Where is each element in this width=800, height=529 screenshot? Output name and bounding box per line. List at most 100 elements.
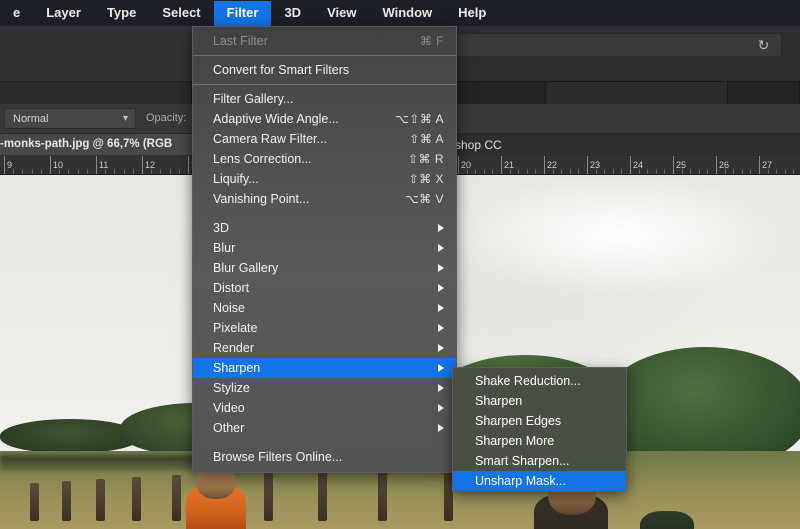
blend-mode-select[interactable]: Normal ▾ — [4, 108, 136, 129]
submenu-arrow-icon — [438, 324, 444, 332]
ruler-minor-tick — [151, 169, 152, 175]
menu-separator — [193, 55, 456, 56]
submenu-arrow-icon — [438, 404, 444, 412]
ruler-minor-tick — [656, 169, 657, 175]
ruler-minor-tick — [527, 169, 528, 175]
menu-item-stylize[interactable]: Stylize — [193, 378, 456, 398]
menubar-item-3d[interactable]: 3D — [271, 1, 314, 26]
menu-item-sharpen[interactable]: Sharpen — [193, 358, 456, 378]
menubar-item-type[interactable]: Type — [94, 1, 149, 26]
ruler-minor-tick — [160, 169, 161, 175]
menu-item-convert-for-smart-filters[interactable]: Convert for Smart Filters — [193, 60, 456, 80]
menu-item-shortcut: ⇧⌘ X — [409, 172, 444, 186]
ruler-minor-tick — [613, 169, 614, 175]
filter-dropdown-menu[interactable]: Last Filter⌘ FConvert for Smart FiltersF… — [192, 26, 457, 473]
ruler-tick — [458, 156, 459, 175]
menu-item-label: Other — [213, 421, 444, 435]
submenu-arrow-icon — [438, 264, 444, 272]
menubar-item-help[interactable]: Help — [445, 1, 499, 26]
app-title-backdrop — [450, 134, 800, 156]
ruler-minor-tick — [41, 169, 42, 175]
menu-item-render[interactable]: Render — [193, 338, 456, 358]
ruler-minor-tick — [59, 169, 60, 175]
menu-item-label: Distort — [213, 281, 444, 295]
opacity-label: Opacity: — [146, 108, 186, 129]
menu-item-filter-gallery[interactable]: Filter Gallery... — [193, 89, 456, 109]
menu-item-label: Liquify... — [213, 172, 409, 186]
sharpen-submenu[interactable]: Shake Reduction...SharpenSharpen EdgesSh… — [452, 367, 627, 492]
menu-item-label: 3D — [213, 221, 444, 235]
ruler-minor-tick — [621, 169, 622, 175]
ruler-minor-tick — [604, 169, 605, 175]
menu-item-video[interactable]: Video — [193, 398, 456, 418]
menu-item-noise[interactable]: Noise — [193, 298, 456, 318]
ruler-minor-tick — [105, 169, 106, 175]
menu-item-shortcut: ⇧⌘ R — [408, 152, 444, 166]
submenu-item-smart-sharpen[interactable]: Smart Sharpen... — [453, 451, 626, 471]
menubar-item-select[interactable]: Select — [149, 1, 213, 26]
menu-item-lens-correction[interactable]: Lens Correction...⇧⌘ R — [193, 149, 456, 169]
menu-item-shortcut: ⇧⌘ A — [409, 132, 444, 146]
submenu-item-unsharp-mask[interactable]: Unsharp Mask... — [453, 471, 626, 491]
monk-figure — [640, 511, 694, 529]
canvas-vertical-scrollbar[interactable] — [794, 175, 800, 529]
submenu-arrow-icon — [438, 304, 444, 312]
ruler-tick-label: 9 — [7, 160, 12, 170]
submenu-item-sharpen[interactable]: Sharpen — [453, 391, 626, 411]
ruler-minor-tick — [518, 169, 519, 175]
ruler-minor-tick — [124, 169, 125, 175]
ruler-minor-tick — [639, 169, 640, 175]
ruler-minor-tick — [22, 169, 23, 175]
ruler-minor-tick — [484, 169, 485, 175]
ruler-minor-tick — [179, 169, 180, 175]
ruler-tick — [501, 156, 502, 175]
menu-item-liquify[interactable]: Liquify...⇧⌘ X — [193, 169, 456, 189]
menu-item-3d[interactable]: 3D — [193, 218, 456, 238]
menubar-item-layer[interactable]: Layer — [33, 1, 94, 26]
ruler-tick — [4, 156, 5, 175]
ruler-minor-tick — [561, 169, 562, 175]
document-tab-title[interactable]: -monks-path.jpg @ 66,7% (RGB — [0, 136, 172, 153]
menu-item-blur-gallery[interactable]: Blur Gallery — [193, 258, 456, 278]
menu-item-camera-raw-filter[interactable]: Camera Raw Filter...⇧⌘ A — [193, 129, 456, 149]
refresh-icon[interactable]: ↻ — [756, 38, 771, 53]
menubar-item-window[interactable]: Window — [369, 1, 445, 26]
menu-item-vanishing-point[interactable]: Vanishing Point...⌥⌘ V — [193, 189, 456, 209]
menu-item-label: Last Filter — [213, 34, 420, 48]
ruler-minor-tick — [742, 169, 743, 175]
ruler-minor-tick — [793, 169, 794, 175]
submenu-arrow-icon — [438, 224, 444, 232]
ruler-tick — [716, 156, 717, 175]
submenu-item-shake-reduction[interactable]: Shake Reduction... — [453, 371, 626, 391]
menu-item-distort[interactable]: Distort — [193, 278, 456, 298]
menu-item-pixelate[interactable]: Pixelate — [193, 318, 456, 338]
ruler-minor-tick — [133, 169, 134, 175]
search-input[interactable]: ↻ — [452, 33, 782, 57]
menu-item-shortcut: ⌥⌘ V — [405, 192, 444, 206]
menubar-item-e[interactable]: e — [0, 1, 33, 26]
app-title-label: shop CC — [455, 134, 502, 156]
menu-item-browse-filters-online[interactable]: Browse Filters Online... — [193, 447, 456, 467]
submenu-item-sharpen-more[interactable]: Sharpen More — [453, 431, 626, 451]
ruler-tick-label: 11 — [99, 160, 108, 170]
menu-item-label: Lens Correction... — [213, 152, 408, 166]
menubar-item-filter[interactable]: Filter — [214, 1, 272, 26]
menu-item-label: Filter Gallery... — [213, 92, 444, 106]
menu-item-adaptive-wide-angle[interactable]: Adaptive Wide Angle...⌥⇧⌘ A — [193, 109, 456, 129]
menubar-item-view[interactable]: View — [314, 1, 369, 26]
menu-item-other[interactable]: Other — [193, 418, 456, 438]
menu-item-label: Stylize — [213, 381, 444, 395]
photoshop-window: ↻ Normal ▾ Opacity: -monks-path.jpg @ 66… — [0, 0, 800, 529]
ruler-minor-tick — [570, 169, 571, 175]
ruler-minor-tick — [535, 169, 536, 175]
menu-item-label: Browse Filters Online... — [213, 450, 444, 464]
ruler-minor-tick — [553, 169, 554, 175]
submenu-item-sharpen-edges[interactable]: Sharpen Edges — [453, 411, 626, 431]
submenu-arrow-icon — [438, 344, 444, 352]
menu-item-blur[interactable]: Blur — [193, 238, 456, 258]
ruler-tick — [544, 156, 545, 175]
ruler-minor-tick — [596, 169, 597, 175]
menu-item-shortcut: ⌥⇧⌘ A — [395, 112, 444, 126]
ruler-minor-tick — [690, 169, 691, 175]
ruler-minor-tick — [578, 169, 579, 175]
